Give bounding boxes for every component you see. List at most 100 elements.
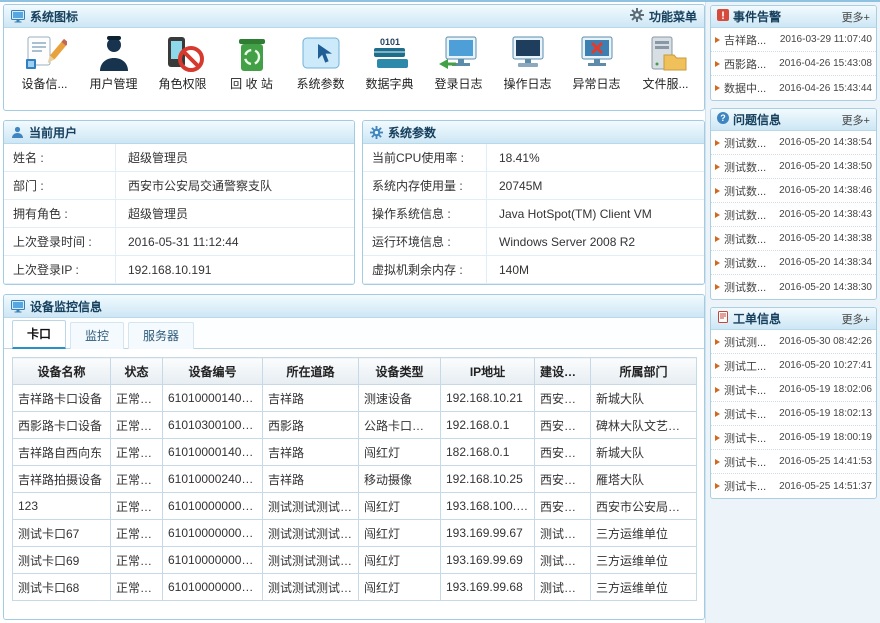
system-icons-panel: 系统图标 功能菜单 设备信... [3,4,705,111]
bullet-icon [715,188,720,194]
cell-vendor: 测试厂商 [535,574,591,601]
problem-item[interactable]: 测试数... 2016-05-20 14:38:38 [711,227,876,251]
device-table-row[interactable]: 123 正常 61010000000701 测试测试测试测试1录 闯红灯 193… [13,493,697,520]
device-table-row[interactable]: 吉祥路自西向东 正常 61010000140001 吉祥路 闯红灯 182.16… [13,439,697,466]
device-table-row[interactable]: 测试卡口67 正常 61010000000701 测试测试测试测试1录 闯红灯 … [13,520,697,547]
tab-checkpoint[interactable]: 卡口 [12,320,66,349]
cell-ip: 193.169.99.68 [441,574,535,601]
toolbar-item-label: 文件服... [631,75,700,92]
toolbar-item-role-permissions[interactable]: 角色权限 [148,35,217,92]
tab-surveillance[interactable]: 监控 [70,322,124,349]
toolbar-item-device-info[interactable]: 设备信... [10,35,79,92]
work-order-item[interactable]: 测试工... 2016-05-20 10:27:41 [711,354,876,378]
field-value: 2016-05-31 11:12:44 [116,228,239,255]
alert-item[interactable]: 吉祥路... 2016-03-29 11:07:40 [711,28,876,52]
work-order-item[interactable]: 测试卡... 2016-05-25 14:41:53 [711,450,876,474]
cell-device-code: 61010000240005 [163,466,263,493]
status-badge: 正常 [116,446,152,460]
toolbar-item-recycle-bin[interactable]: 回 收 站 [217,35,286,92]
cell-device-type: 闯红灯 [359,574,441,601]
toolbar: 设备信... 用户管理 角色权限 [4,28,704,92]
cell-status: 正常 [111,493,163,520]
bullet-icon [715,435,720,441]
problem-item[interactable]: 测试数... 2016-05-20 14:38:50 [711,155,876,179]
device-table-header-row: 设备名称 状态 设备编号 所在道路 设备类型 IP地址 建设厂家 所属部门 [13,358,697,385]
problem-item-time: 2016-05-20 14:38:50 [779,161,872,172]
cell-ip: 192.168.10.21 [441,385,535,412]
toolbar-item-login-log[interactable]: 登录日志 [424,35,493,92]
problem-info-panel: ? 问题信息 更多+ 测试数... 2016-05-20 14:38:54 测试… [710,108,877,300]
problem-item[interactable]: 测试数... 2016-05-20 14:38:46 [711,179,876,203]
problem-item-text: 测试数... [724,279,766,295]
toolbar-item-label: 角色权限 [148,75,217,92]
toolbar-item-data-dictionary[interactable]: 0101 数据字典 [355,35,424,92]
cell-device-name: 吉祥路卡口设备 [13,385,111,412]
work-order-item-text: 测试卡... [724,406,766,422]
field-label: 姓名 : [4,144,116,171]
toolbar-item-user-management[interactable]: 用户管理 [79,35,148,92]
cell-road: 测试测试测试测试1录 [263,520,359,547]
alert-item[interactable]: 数据中... 2016-04-26 15:43:44 [711,76,876,100]
svg-text:0101: 0101 [379,37,399,47]
problem-item[interactable]: 测试数... 2016-05-20 14:38:34 [711,251,876,275]
bullet-icon [715,284,720,290]
toolbar-item-system-parameters[interactable]: 系统参数 [286,35,355,92]
question-icon: ? [717,112,729,127]
field-value: Windows Server 2008 R2 [487,228,635,255]
cell-device-code: 61010000000701 [163,547,263,574]
bullet-icon [715,411,720,417]
cell-ip: 192.168.10.25 [441,466,535,493]
field-label: 操作系统信息 : [363,200,487,227]
cell-device-type: 闯红灯 [359,520,441,547]
device-table-row[interactable]: 测试卡口68 正常 61010000000701 测试测试测试测试1录 闯红灯 … [13,574,697,601]
work-order-more-link[interactable]: 更多+ [842,311,870,327]
problem-item[interactable]: 测试数... 2016-05-20 14:38:54 [711,131,876,155]
cell-status: 正常 [111,385,163,412]
device-table-row[interactable]: 西影路卡口设备 正常 61010300100202 西影路 公路卡口设备 192… [13,412,697,439]
event-alert-list: 吉祥路... 2016-03-29 11:07:40 西影路... 2016-0… [711,28,876,100]
work-order-item[interactable]: 测试卡... 2016-05-19 18:00:19 [711,426,876,450]
status-badge: 正常 [116,527,152,541]
toolbar-item-operation-log[interactable]: 操作日志 [493,35,562,92]
problem-item-time: 2016-05-20 14:38:34 [779,257,872,268]
device-table-row[interactable]: 吉祥路卡口设备 正常 61010000140003 吉祥路 测速设备 192.1… [13,385,697,412]
cell-vendor: 西安翔迅 [535,412,591,439]
event-alert-more-link[interactable]: 更多+ [842,9,870,25]
bullet-icon [715,236,720,242]
field-label: 部门 : [4,172,116,199]
bullet-icon [715,164,720,170]
toolbar-item-exception-log[interactable]: 异常日志 [562,35,631,92]
user-icon [79,35,148,73]
alert-item[interactable]: 西影路... 2016-04-26 15:43:08 [711,52,876,76]
problem-item[interactable]: 测试数... 2016-05-20 14:38:30 [711,275,876,299]
current-user-title: 当前用户 [29,124,77,141]
device-table-row[interactable]: 吉祥路拍摄设备 正常 61010000240005 吉祥路 移动摄像 192.1… [13,466,697,493]
toolbar-item-label: 系统参数 [286,75,355,92]
device-table-row[interactable]: 测试卡口69 正常 61010000000701 测试测试测试测试1录 闯红灯 … [13,547,697,574]
cell-ip: 193.169.99.67 [441,520,535,547]
bullet-icon [715,37,720,43]
cell-device-name: 测试卡口69 [13,547,111,574]
cell-device-code: 61010000000701 [163,574,263,601]
tab-server[interactable]: 服务器 [128,322,194,349]
problem-info-more-link[interactable]: 更多+ [842,112,870,128]
problem-item[interactable]: 测试数... 2016-05-20 14:38:43 [711,203,876,227]
col-road: 所在道路 [263,358,359,385]
work-order-item-text: 测试卡... [724,454,766,470]
cell-vendor: 西安翔迅 [535,493,591,520]
work-order-item[interactable]: 测试卡... 2016-05-25 14:51:37 [711,474,876,498]
role-permission-icon [148,35,217,73]
work-order-item[interactable]: 测试测... 2016-05-30 08:42:26 [711,330,876,354]
function-menu-label: 功能菜单 [649,8,697,25]
field-value: 超级管理员 [116,144,188,171]
work-order-item[interactable]: 测试卡... 2016-05-19 18:02:06 [711,378,876,402]
work-order-item[interactable]: 测试卡... 2016-05-19 18:02:13 [711,402,876,426]
field-value: Java HotSpot(TM) Client VM [487,200,652,227]
function-menu-button[interactable]: 功能菜单 [630,8,697,25]
device-info-icon [10,35,79,73]
cell-status: 正常 [111,412,163,439]
dashboard: 系统图标 功能菜单 设备信... [0,0,880,623]
toolbar-item-label: 设备信... [10,75,79,92]
current-user-header: 当前用户 [4,121,354,144]
toolbar-item-file-service[interactable]: 文件服... [631,35,700,92]
